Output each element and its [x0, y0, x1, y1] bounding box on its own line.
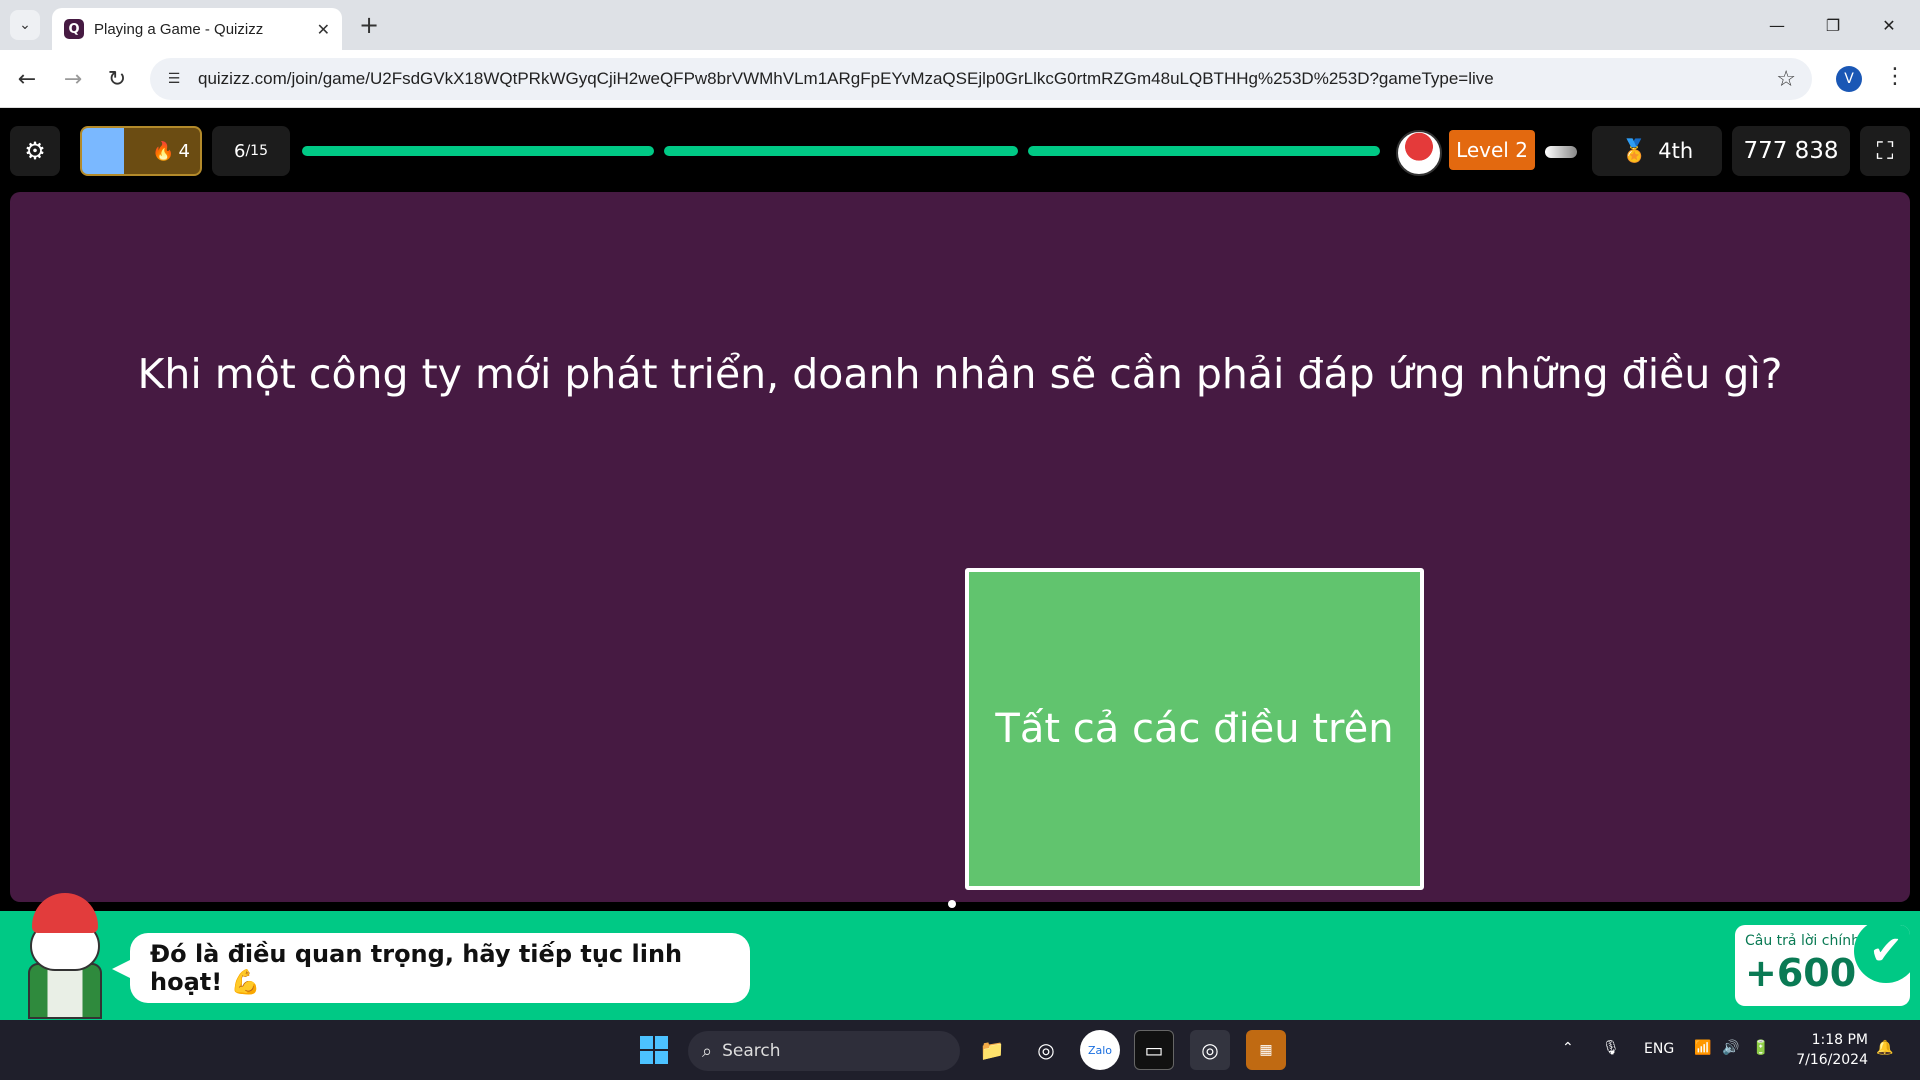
- level-progress-bar: [1545, 146, 1577, 158]
- game-area: ⚙ 🔥 4 6/15 Level 2 🏅 4th 777 838 ⛶ Khi m…: [0, 108, 1920, 1020]
- profile-avatar[interactable]: V: [1836, 66, 1862, 92]
- tab-title: Playing a Game - Quizizz: [94, 20, 264, 38]
- file-explorer-icon[interactable]: 📁: [972, 1030, 1012, 1070]
- browser-menu-icon[interactable]: ⋮: [1884, 64, 1906, 89]
- question-current: 6: [234, 140, 246, 162]
- mascot-icon: [20, 893, 110, 1019]
- chrome-icon[interactable]: ◎: [1026, 1030, 1066, 1070]
- search-label: Search: [722, 1041, 781, 1061]
- feedback-bar: Đó là điều quan trọng, hãy tiếp tục linh…: [0, 893, 1920, 1020]
- question-total: /15: [245, 143, 268, 159]
- progress-segment-1: [302, 146, 654, 156]
- reload-button[interactable]: ↻: [102, 64, 132, 94]
- battery-icon[interactable]: 🔋: [1752, 1040, 1769, 1056]
- restore-button[interactable]: ❐: [1810, 10, 1856, 40]
- taskbar: ⌕ Search 📁 ◎ Zalo ▭ ◎ ▦ ⌃ 🎙 ENG 📶 🔊 🔋 1:…: [0, 1020, 1920, 1080]
- chrome-profile-icon[interactable]: ◎: [1190, 1030, 1230, 1070]
- correct-answer-card: Câu trả lời chính +600 ✔: [1735, 925, 1910, 1006]
- taskbar-search[interactable]: ⌕ Search: [688, 1031, 960, 1071]
- search-icon: ⌕: [702, 1040, 713, 1062]
- url-text[interactable]: quizizz.com/join/game/U2FsdGVkX18WQtPRkW…: [198, 69, 1776, 89]
- clock[interactable]: 1:18 PM 7/16/2024: [1784, 1030, 1868, 1070]
- question-panel: Khi một công ty mới phát triển, doanh nh…: [10, 192, 1910, 902]
- bookmark-star-icon[interactable]: ☆: [1776, 67, 1796, 92]
- level-badge: Level 2: [1449, 130, 1535, 170]
- wifi-icon[interactable]: 📶: [1694, 1040, 1711, 1056]
- tab-close-icon[interactable]: ✕: [317, 20, 330, 39]
- feedback-message: Đó là điều quan trọng, hãy tiếp tục linh…: [112, 933, 750, 1003]
- zalo-icon[interactable]: Zalo: [1080, 1030, 1120, 1070]
- volume-icon[interactable]: 🔊: [1722, 1040, 1739, 1056]
- medal-icon: 🏅: [1620, 138, 1649, 164]
- notification-bell-icon[interactable]: 🔔: [1876, 1040, 1893, 1056]
- quizizz-favicon-icon: Q: [64, 19, 84, 39]
- page-dot: [948, 900, 956, 908]
- question-text: Khi một công ty mới phát triển, doanh nh…: [137, 350, 1783, 398]
- microphone-icon[interactable]: 🎙: [1602, 1040, 1620, 1056]
- clock-time: 1:18 PM: [1811, 1032, 1868, 1048]
- terminal-icon[interactable]: ▭: [1134, 1030, 1174, 1070]
- rank-display: 🏅 4th: [1592, 126, 1722, 176]
- tray-chevron-icon[interactable]: ⌃: [1562, 1040, 1574, 1056]
- omnibox[interactable]: ☰ quizizz.com/join/game/U2FsdGVkX18WQtPR…: [150, 58, 1812, 100]
- progress-segment-2: [664, 146, 1018, 156]
- back-button[interactable]: ←: [12, 64, 42, 94]
- address-bar-row: ← → ↻ ☰ quizizz.com/join/game/U2FsdGVkX1…: [0, 50, 1920, 108]
- minimize-button[interactable]: —: [1754, 10, 1800, 40]
- game-app-icon[interactable]: ▦: [1246, 1030, 1286, 1070]
- rank-text: 4th: [1658, 139, 1694, 163]
- powerup-swatch: [86, 132, 124, 170]
- browser-tab-strip: ⌄ Q Playing a Game - Quizizz ✕ + — ❐ ✕: [0, 0, 1920, 50]
- powerup-streak-button[interactable]: 🔥 4: [80, 126, 202, 176]
- active-tab[interactable]: Q Playing a Game - Quizizz ✕: [52, 8, 342, 50]
- question-counter: 6/15: [212, 126, 290, 176]
- score-display: 777 838: [1732, 126, 1850, 176]
- settings-gear-icon[interactable]: ⚙: [10, 126, 60, 176]
- streak-count: 4: [178, 140, 190, 162]
- forward-button[interactable]: →: [58, 64, 88, 94]
- close-window-button[interactable]: ✕: [1866, 10, 1912, 40]
- progress-segment-3: [1028, 146, 1380, 156]
- windows-start-icon[interactable]: [634, 1030, 674, 1070]
- tab-search-button[interactable]: ⌄: [10, 10, 40, 40]
- site-info-icon[interactable]: ☰: [162, 67, 186, 91]
- answer-option[interactable]: Tất cả các điều trên: [965, 568, 1424, 890]
- flame-icon: 🔥: [152, 140, 175, 162]
- fullscreen-icon[interactable]: ⛶: [1860, 126, 1910, 176]
- new-tab-button[interactable]: +: [354, 10, 384, 40]
- player-avatar-icon: [1396, 130, 1442, 176]
- language-indicator[interactable]: ENG: [1644, 1041, 1674, 1057]
- clock-date: 7/16/2024: [1796, 1052, 1868, 1068]
